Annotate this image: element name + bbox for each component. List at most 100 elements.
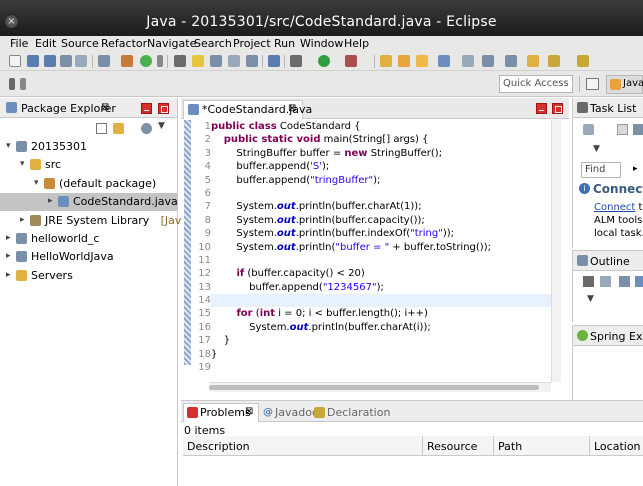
code-line[interactable]: public class CodeStandard { (211, 120, 551, 133)
code-line[interactable]: buffer.append('S'); (211, 160, 551, 173)
code-line[interactable]: System.out.println(buffer.charAt(i)); (211, 321, 551, 334)
build-icon[interactable] (121, 55, 133, 67)
expanded-chevron-icon[interactable]: ▾ (34, 178, 39, 188)
code-line[interactable]: public static void main(String[] args) { (211, 133, 551, 146)
hide-static-icon[interactable] (635, 276, 643, 287)
show-whitespace-icon[interactable] (210, 55, 222, 67)
menu-help[interactable]: Help (344, 37, 369, 50)
column-resource[interactable]: Resource (423, 436, 494, 456)
menu-search[interactable]: Search (194, 37, 232, 50)
link-with-editor-icon[interactable] (113, 123, 124, 134)
view-menu-icon[interactable]: ▼ (158, 121, 169, 132)
menu-window[interactable]: Window (300, 37, 343, 50)
code-line-current[interactable] (211, 294, 551, 308)
menu-project[interactable]: Project (233, 37, 271, 50)
highlight-icon[interactable] (192, 55, 204, 67)
menu-edit[interactable]: Edit (35, 37, 56, 50)
task-find-input[interactable]: Find (581, 162, 621, 178)
connect-link[interactable]: Connect (594, 202, 635, 213)
code-line[interactable]: StringBuffer buffer = new StringBuffer()… (211, 147, 551, 160)
collapsed-chevron-icon[interactable]: ▸ (6, 251, 11, 261)
expanded-chevron-icon[interactable]: ▾ (6, 141, 11, 151)
editor-tab-codestandard[interactable]: *CodeStandard.java ⊠ (183, 100, 312, 119)
open-task-icon[interactable] (438, 55, 450, 67)
column-path[interactable]: Path (494, 436, 590, 456)
code-line[interactable]: } (211, 334, 551, 347)
new-java-project-icon[interactable] (380, 55, 392, 67)
tree-item[interactable]: ▸JRE System Library[JavaSE-1.7] (0, 212, 228, 230)
menu-navigate[interactable]: Navigate (147, 37, 196, 50)
open-perspective-icon[interactable] (586, 78, 599, 90)
vertical-scrollbar[interactable] (551, 120, 561, 382)
new-icon[interactable] (9, 55, 21, 67)
dropdown-icon[interactable] (157, 55, 163, 67)
code-line[interactable]: buffer.append("tringBuffer"); (211, 174, 551, 187)
tree-item[interactable]: ▾ src (0, 156, 177, 174)
horizontal-scrollbar[interactable] (209, 382, 551, 392)
code-line[interactable] (211, 254, 551, 267)
hide-fields-icon[interactable] (619, 276, 630, 287)
collapsed-chevron-icon[interactable]: ▸ (20, 215, 25, 225)
code-line[interactable]: System.out.println(buffer.charAt(1)); (211, 200, 551, 213)
collapse-icon[interactable] (583, 276, 594, 287)
sort-icon[interactable] (600, 276, 611, 287)
close-view-icon[interactable]: ⊠ (101, 102, 109, 113)
view-menu-icon[interactable]: ▼ (593, 144, 604, 155)
skip-breakpoints-icon[interactable] (268, 55, 280, 67)
new-package-icon[interactable] (398, 55, 410, 67)
outline-title[interactable]: Outline (590, 255, 630, 268)
properties-icon[interactable] (75, 55, 87, 67)
collapsed-chevron-icon[interactable]: ▸ (6, 270, 11, 280)
code-line[interactable]: System.out.println(buffer.indexOf("tring… (211, 227, 551, 240)
tree-item[interactable]: ▸ HelloWorldJava (0, 248, 177, 266)
save-icon[interactable] (27, 55, 39, 67)
format-icon[interactable] (246, 55, 258, 67)
menu-run[interactable]: Run (274, 37, 295, 50)
code-line[interactable]: } (211, 348, 551, 361)
task-list-title[interactable]: Task List (590, 102, 636, 115)
menu-source[interactable]: Source (61, 37, 99, 50)
code-line[interactable]: for (int i = 0; i < buffer.length(); i++… (211, 307, 551, 320)
tree-item[interactable]: ▾ (default package) (0, 175, 177, 193)
tree-item[interactable]: ▸ helloworld_c (0, 230, 177, 248)
column-description[interactable]: Description (183, 436, 423, 456)
editor-minimize-button[interactable] (536, 103, 547, 114)
pin-icon[interactable] (9, 78, 15, 90)
tree-item[interactable]: ▸ Servers (0, 267, 177, 285)
forward-icon[interactable] (577, 55, 589, 67)
tab-declaration[interactable]: Declaration (327, 406, 390, 419)
column-location[interactable]: Location (590, 436, 643, 456)
collapsed-chevron-icon[interactable]: ▸ (48, 196, 53, 206)
categorized-icon[interactable] (617, 124, 628, 135)
last-edit-icon[interactable] (527, 55, 539, 67)
code-line[interactable]: if (buffer.capacity() < 20) (211, 267, 551, 280)
spring-explorer-title[interactable]: Spring Expl (590, 330, 643, 343)
tree-item[interactable]: ▸ CodeStandard.java (0, 193, 178, 212)
save-all-icon[interactable] (44, 55, 56, 67)
block-selection-icon[interactable] (228, 55, 240, 67)
open-type-icon[interactable] (98, 55, 110, 67)
minimize-button[interactable] (141, 103, 152, 114)
code-area[interactable]: public class CodeStandard { public stati… (211, 120, 551, 374)
code-line[interactable]: buffer.append("1234567"); (211, 281, 551, 294)
prev-annotation-icon[interactable] (505, 55, 517, 67)
editor-maximize-button[interactable] (552, 103, 563, 114)
next-annotation-icon[interactable] (482, 55, 494, 67)
code-line[interactable]: System.out.println(buffer.capacity()); (211, 214, 551, 227)
expanded-chevron-icon[interactable]: ▾ (20, 159, 25, 169)
refresh-icon[interactable] (140, 55, 152, 67)
scheduled-icon[interactable] (633, 124, 643, 135)
horizontal-scroll-thumb[interactable] (209, 385, 539, 390)
code-line[interactable] (211, 361, 551, 374)
search-icon[interactable] (462, 55, 474, 67)
quick-access-input[interactable]: Quick Access (499, 75, 573, 93)
dropdown-icon[interactable] (20, 78, 26, 90)
view-menu-icon[interactable]: ▼ (587, 294, 598, 305)
tab-problems[interactable]: Problems ⊠ (183, 403, 259, 422)
menu-refactor[interactable]: Refactor (101, 37, 147, 50)
tree-item[interactable]: ▾ 20135301 (0, 138, 177, 156)
collapse-all-icon[interactable] (96, 123, 107, 134)
filter-icon[interactable] (141, 123, 152, 134)
print-icon[interactable] (60, 55, 72, 67)
back-icon[interactable] (548, 55, 560, 67)
